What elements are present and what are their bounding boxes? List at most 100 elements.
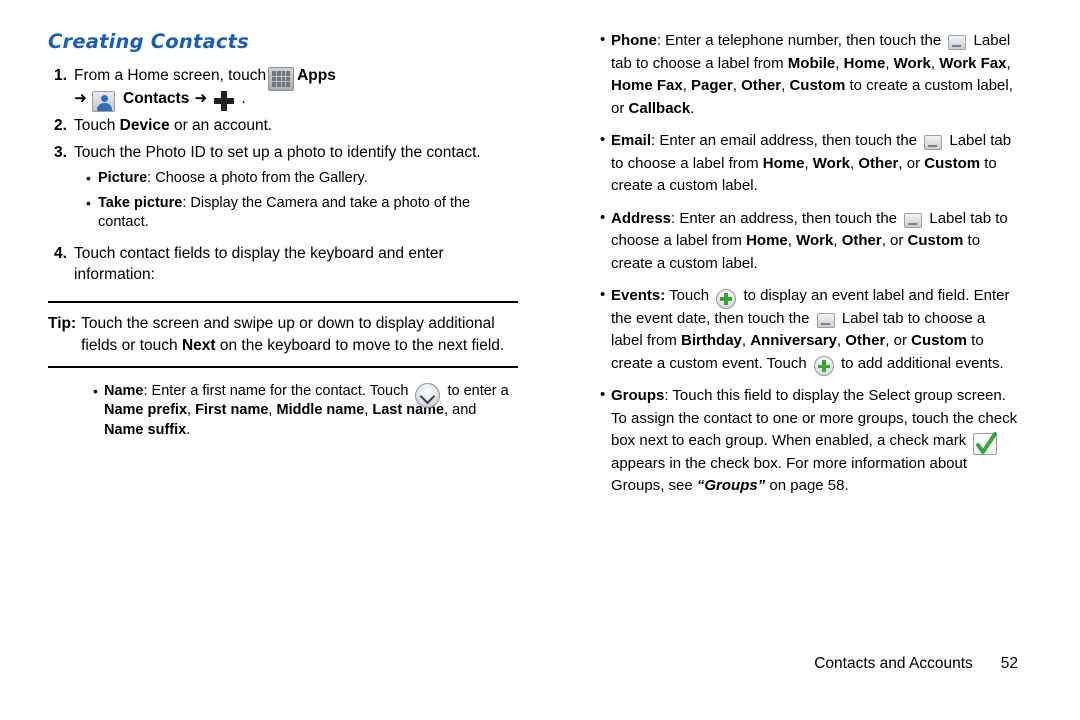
sub-bullet-take-picture: • Take picture: Display the Camera and t… [86, 194, 518, 233]
phone-text-1: : Enter a telephone number, then touch t… [656, 32, 946, 49]
bullet-phone: • Phone: Enter a telephone number, then … [600, 30, 1018, 120]
groups-text-1: : Touch this field to display the Select… [611, 387, 1018, 449]
footer-page-number: 52 [1000, 655, 1018, 672]
step-2-text-b: or an account. [169, 117, 273, 135]
sep: , [187, 402, 196, 419]
sub-bullet-picture: • Picture: Choose a photo from the Galle… [86, 169, 518, 189]
bullet-address: • Address: Enter an address, then touch … [600, 208, 1018, 276]
option-other: Other [841, 232, 882, 249]
email-text-3: , or [898, 154, 925, 172]
events-text-4: , or [885, 332, 912, 349]
bullet-dot-icon: • [86, 194, 91, 211]
address-text-3: , or [881, 232, 908, 249]
label-tab-icon [924, 135, 943, 151]
option-custom: Custom [924, 154, 981, 172]
groups-label: Groups [611, 387, 665, 404]
step-3-sub-bullets: • Picture: Choose a photo from the Galle… [86, 169, 518, 233]
page-title: Creating Contacts [48, 30, 249, 53]
apps-icon [268, 66, 295, 91]
name-end: . [186, 422, 191, 439]
step-1-period: . [241, 90, 246, 108]
footer-chapter: Contacts and Accounts [814, 655, 973, 672]
bullet-events-body: Events: Touch to display an event label … [611, 285, 1018, 377]
apps-label: Apps [297, 67, 336, 84]
bullet-events: • Events: Touch to display an event labe… [600, 285, 1018, 377]
sub-bullet-take-picture-body: Take picture: Display the Camera and tak… [98, 194, 518, 233]
option-work: Work [796, 232, 834, 249]
events-text-1: Touch [665, 287, 714, 304]
tip-bold: Next [181, 336, 216, 354]
bullet-dot-icon: • [600, 31, 606, 48]
step-1-number: 1. [54, 67, 67, 84]
phone-label: Phone [611, 32, 657, 49]
label-tab-icon [904, 212, 923, 228]
address-text-1: : Enter an address, then touch the [671, 209, 902, 227]
tip-text-b: on the keyboard to move to the next fiel… [215, 336, 505, 354]
name-prefix-label: Name prefix [104, 402, 188, 419]
name-bullet-body: Name: Enter a first name for the contact… [104, 382, 518, 441]
checkmark-checkbox-icon [973, 432, 998, 456]
option-home: Home [843, 54, 886, 72]
name-text-a: : Enter a first name for the contact. To… [143, 382, 413, 399]
address-label: Address [611, 209, 672, 227]
step-3-number: 3. [54, 144, 67, 162]
bullet-dot-icon: • [93, 382, 98, 399]
option-other: Other [741, 77, 782, 94]
option-work-fax: Work Fax [939, 54, 1007, 72]
take-picture-label: Take picture [98, 194, 183, 211]
option-other: Other [858, 154, 899, 172]
step-3: 3. Touch the Photo ID to set up a photo … [48, 142, 518, 163]
option-custom: Custom [789, 77, 846, 94]
bullet-email: • Email: Enter an email address, then to… [600, 130, 1018, 198]
step-4: 4. Touch contact fields to display the k… [48, 243, 518, 285]
step-4-number: 4. [54, 245, 67, 262]
bullet-dot-icon: • [600, 386, 606, 403]
option-work: Work [893, 54, 931, 72]
step-1-text: From a Home screen, touch [74, 67, 267, 84]
option-birthday: Birthday [681, 332, 742, 349]
option-home: Home [746, 232, 788, 249]
option-custom: Custom [911, 332, 967, 349]
plus-icon [214, 90, 235, 111]
option-home: Home [762, 154, 805, 172]
events-label: Events: [611, 287, 666, 304]
label-tab-icon [816, 312, 835, 328]
bullet-phone-body: Phone: Enter a telephone number, then to… [611, 32, 1013, 117]
add-plus-icon [716, 288, 737, 309]
bullet-dot-icon: • [86, 170, 91, 187]
arrow-icon-1: ➜ [74, 90, 87, 108]
bullet-groups-body: Groups: Touch this field to display the … [611, 385, 1018, 498]
step-4-body: Touch contact fields to display the keyb… [74, 245, 444, 284]
option-mobile: Mobile [787, 54, 836, 72]
contacts-label: Contacts [123, 90, 190, 108]
bullet-dot-icon: • [600, 131, 606, 148]
label-tab-icon [948, 35, 967, 51]
tip-box: Tip: Touch the screen and swipe up or do… [48, 301, 518, 368]
bullet-dot-icon: • [600, 208, 606, 226]
sep: , and [444, 402, 477, 419]
left-column: Creating Contacts 1. From a Home screen,… [48, 30, 518, 446]
right-column: • Phone: Enter a telephone number, then … [600, 30, 1018, 508]
name-bullet: • Name: Enter a first name for the conta… [93, 382, 518, 441]
option-anniversary: Anniversary [750, 332, 837, 349]
step-1-path: ➜ Contacts ➜ . [74, 88, 518, 112]
chevron-down-icon [415, 382, 441, 408]
first-name-label: First name [195, 402, 269, 419]
tip-label: Tip: [48, 315, 77, 333]
step-2-body: Touch Device or an account. [74, 115, 518, 136]
groups-text-3: on page 58. [765, 477, 849, 494]
email-label: Email [611, 132, 652, 149]
option-home-fax: Home Fax [611, 77, 683, 94]
groups-reference-link[interactable]: “Groups” [697, 477, 765, 494]
step-2-text-a: Touch [74, 117, 120, 135]
email-text-1: : Enter an email address, then touch the [651, 132, 922, 149]
page-footer: Contacts and Accounts 52 [600, 655, 1018, 673]
step-1: 1. From a Home screen, touch Apps ➜ Conta… [48, 65, 518, 112]
option-custom: Custom [907, 232, 964, 249]
picture-text: : Choose a photo from the Gallery. [147, 170, 368, 187]
contacts-icon [92, 90, 115, 112]
sub-bullet-picture-body: Picture: Choose a photo from the Gallery… [98, 169, 368, 189]
step-3-body: Touch the Photo ID to set up a photo to … [74, 144, 481, 162]
step-2-bold: Device [119, 117, 170, 135]
name-suffix-label: Name suffix [104, 422, 187, 439]
